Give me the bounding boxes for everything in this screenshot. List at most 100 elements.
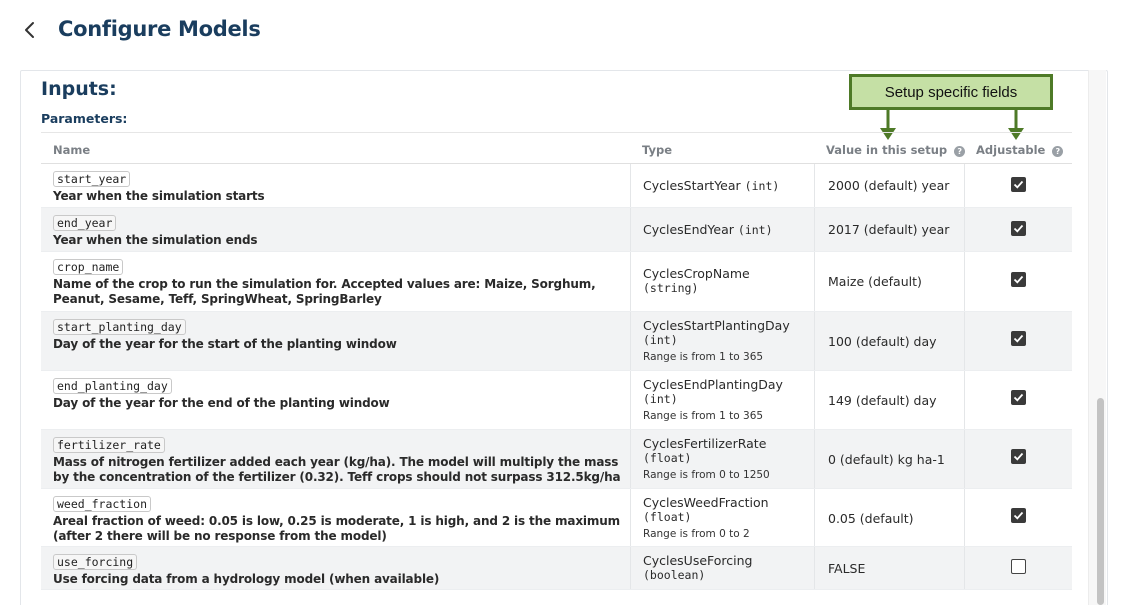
- type-name: CyclesCropName: [643, 266, 750, 281]
- question-circle-icon[interactable]: ?: [1052, 146, 1064, 157]
- type-name: CyclesStartPlantingDay: [643, 318, 790, 333]
- inputs-title: Inputs:: [41, 78, 117, 100]
- table-row: crop_name Name of the crop to run the si…: [41, 252, 1072, 312]
- column-divider: [814, 164, 815, 207]
- header-adjustable: Adjustable?: [976, 143, 1064, 157]
- parameter-name-cell: weed_fraction Areal fraction of weed: 0.…: [53, 495, 623, 544]
- parameter-value: FALSE: [828, 561, 866, 576]
- column-divider: [630, 489, 631, 546]
- column-divider: [814, 208, 815, 251]
- table-row: fertilizer_rate Mass of nitrogen fertili…: [41, 430, 1072, 489]
- parameter-name: end_year: [53, 215, 117, 231]
- header: Configure Models: [0, 0, 1126, 62]
- type-kind: (boolean): [643, 568, 706, 582]
- parameter-name-cell: crop_name Name of the crop to run the si…: [53, 258, 623, 307]
- parameter-name-cell: use_forcing Use forcing data from a hydr…: [53, 553, 623, 587]
- parameter-type: CyclesStartPlantingDay (int) Range is from…: [643, 318, 813, 364]
- table-row: start_planting_day Day of the year for t…: [41, 312, 1072, 371]
- header-value: Value in this setup?: [826, 143, 966, 157]
- type-kind: (int): [744, 179, 780, 193]
- parameter-name-cell: end_year Year when the simulation ends: [53, 214, 623, 248]
- type-range: Range is from 1 to 365: [643, 351, 764, 363]
- parameter-name: weed_fraction: [53, 496, 152, 512]
- parameter-value: Maize (default): [828, 274, 922, 289]
- column-divider: [630, 312, 631, 370]
- scrollbar-thumb[interactable]: [1097, 398, 1104, 605]
- chevron-left-icon: [25, 22, 34, 38]
- header-type: Type: [642, 143, 673, 157]
- column-divider: [964, 430, 965, 488]
- parameter-description: Year when the simulation ends: [53, 233, 258, 247]
- column-divider: [630, 430, 631, 488]
- back-button[interactable]: [20, 18, 42, 42]
- parameter-value: 0.05 (default): [828, 511, 914, 526]
- type-name: CyclesStartYear: [643, 178, 741, 193]
- parameter-name-cell: end_planting_day Day of the year for the…: [53, 377, 623, 411]
- column-divider: [964, 547, 965, 589]
- parameter-type: CyclesWeedFraction (float) Range is from 0…: [643, 495, 813, 541]
- adjustable-checkbox[interactable]: [1011, 331, 1026, 346]
- parameter-description: Day of the year for the start of the pla…: [53, 337, 397, 351]
- table-row: end_planting_day Day of the year for the…: [41, 371, 1072, 430]
- parameter-name: use_forcing: [53, 554, 138, 570]
- question-circle-icon[interactable]: ?: [954, 146, 966, 157]
- parameter-description: Use forcing data from a hydrology model …: [53, 572, 440, 586]
- adjustable-checkbox[interactable]: [1011, 559, 1026, 574]
- parameter-value: 2017 (default) year: [828, 222, 950, 237]
- column-divider: [814, 430, 815, 488]
- adjustable-checkbox[interactable]: [1011, 390, 1026, 405]
- header-adjustable-label: Adjustable: [976, 143, 1046, 157]
- type-kind: (float): [643, 510, 692, 524]
- parameter-description: Year when the simulation starts: [53, 189, 265, 203]
- type-kind: (string): [643, 281, 699, 295]
- type-range: Range is from 0 to 1250: [643, 469, 770, 481]
- table-header: Name Type Value in this setup? Adjustabl…: [41, 132, 1072, 164]
- adjustable-checkbox[interactable]: [1011, 221, 1026, 236]
- callout-label: Setup specific fields: [884, 83, 1018, 101]
- parameter-name: end_planting_day: [53, 378, 172, 394]
- column-divider: [630, 208, 631, 251]
- header-name: Name: [53, 143, 91, 157]
- header-value-label: Value in this setup: [826, 143, 948, 157]
- type-name: CyclesWeedFraction: [643, 495, 769, 510]
- parameter-name: fertilizer_rate: [53, 437, 165, 453]
- page-title: Configure Models: [58, 17, 261, 41]
- parameter-name: start_planting_day: [53, 319, 186, 335]
- column-divider: [814, 312, 815, 370]
- column-divider: [964, 208, 965, 251]
- adjustable-checkbox[interactable]: [1011, 272, 1026, 287]
- parameter-type: CyclesEndYear (int): [643, 222, 813, 238]
- parameter-value: 2000 (default) year: [828, 178, 950, 193]
- adjustable-checkbox[interactable]: [1011, 449, 1026, 464]
- type-name: CyclesEndYear: [643, 222, 734, 237]
- column-divider: [814, 547, 815, 589]
- column-divider: [964, 164, 965, 207]
- type-kind: (float): [643, 451, 692, 465]
- table-row: start_year Year when the simulation star…: [41, 164, 1072, 208]
- column-divider: [964, 489, 965, 546]
- table-row: use_forcing Use forcing data from a hydr…: [41, 547, 1072, 590]
- column-divider: [630, 164, 631, 207]
- parameter-name: start_year: [53, 171, 131, 187]
- column-divider: [964, 371, 965, 429]
- parameter-name-cell: fertilizer_rate Mass of nitrogen fertili…: [53, 436, 623, 485]
- column-divider: [630, 547, 631, 589]
- parameter-description: Day of the year for the end of the plant…: [53, 396, 390, 410]
- adjustable-checkbox[interactable]: [1011, 508, 1026, 523]
- parameter-value: 100 (default) day: [828, 334, 937, 349]
- parameter-value: 149 (default) day: [828, 393, 937, 408]
- type-kind: (int): [737, 223, 773, 237]
- column-divider: [964, 312, 965, 370]
- parameter-name-cell: start_year Year when the simulation star…: [53, 170, 623, 204]
- parameter-name-cell: start_planting_day Day of the year for t…: [53, 318, 623, 352]
- type-name: CyclesFertilizerRate: [643, 436, 767, 451]
- parameter-type: CyclesCropName (string): [643, 266, 813, 296]
- parameter-name: crop_name: [53, 259, 124, 275]
- column-divider: [814, 252, 815, 311]
- parameter-description: Areal fraction of weed: 0.05 is low, 0.2…: [53, 514, 620, 543]
- adjustable-checkbox[interactable]: [1011, 177, 1026, 192]
- type-name: CyclesUseForcing: [643, 553, 753, 568]
- column-divider: [814, 371, 815, 429]
- type-kind: (int): [643, 392, 678, 406]
- parameter-type: CyclesEndPlantingDay (int) Range is from 1…: [643, 377, 813, 423]
